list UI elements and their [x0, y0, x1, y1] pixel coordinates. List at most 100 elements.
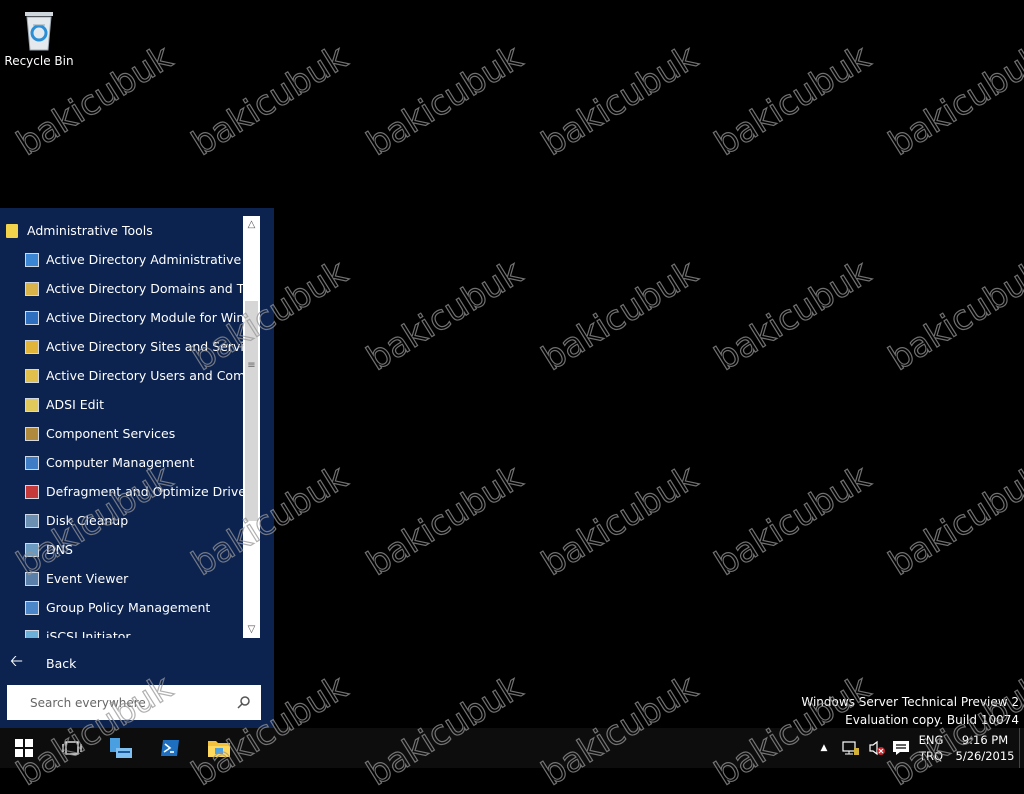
app-list-item[interactable]: Active Directory Module for Windows Powe…: [0, 303, 244, 332]
watermark-text: bakicubuk: [184, 37, 355, 165]
ad-admin-center-icon: [24, 252, 40, 268]
recycle-bin-shortcut[interactable]: Recycle Bin: [4, 8, 74, 68]
watermark-text: bakicubuk: [359, 252, 530, 380]
app-list-item-label: Active Directory Module for Windows Powe…: [46, 310, 244, 325]
app-list-item-label: DNS: [46, 542, 73, 557]
app-list-item[interactable]: Event Viewer: [0, 564, 244, 593]
watermark-text: bakicubuk: [359, 37, 530, 165]
watermark-text: bakicubuk: [707, 37, 878, 165]
app-list-item-label: ADSI Edit: [46, 397, 104, 412]
app-list-item[interactable]: Active Directory Domains and Trusts: [0, 274, 244, 303]
group-header-administrative-tools[interactable]: Administrative Tools: [0, 216, 244, 245]
watermark-text: bakicubuk: [881, 252, 1024, 380]
powershell-icon: [161, 740, 179, 756]
app-list-item[interactable]: iSCSI Initiator: [0, 622, 244, 638]
app-list-item[interactable]: Active Directory Sites and Services: [0, 332, 244, 361]
disk-cleanup-icon: [24, 513, 40, 529]
clock[interactable]: 9:16 PM 5/26/2015: [952, 732, 1018, 764]
os-version-line1: Windows Server Technical Preview 2: [801, 695, 1019, 709]
server-manager-button[interactable]: [97, 728, 145, 768]
scroll-thumb[interactable]: [245, 301, 258, 521]
watermark-text: bakicubuk: [881, 37, 1024, 165]
keyboard-layout-code: TRQ: [918, 749, 944, 763]
volume-tray-button[interactable]: [866, 728, 888, 768]
recycle-bin-icon: [19, 8, 59, 52]
app-list: Administrative Tools Active Directory Ad…: [0, 216, 244, 638]
search-box[interactable]: [7, 685, 261, 720]
chevron-up-icon: ▲: [820, 743, 828, 753]
os-version-watermark: Windows Server Technical Preview 2 Evalu…: [801, 693, 1019, 729]
app-list-item[interactable]: DNS: [0, 535, 244, 564]
app-list-item-label: Component Services: [46, 426, 176, 441]
clock-date: 5/26/2015: [955, 749, 1015, 763]
back-label: Back: [46, 655, 77, 671]
task-view-icon: [62, 741, 82, 755]
file-explorer-button[interactable]: [195, 728, 243, 768]
file-explorer-icon: [208, 741, 230, 757]
app-list-scrollbar[interactable]: △ ≡ ▽: [243, 216, 260, 638]
powershell-button[interactable]: [146, 728, 194, 768]
app-list-item[interactable]: ADSI Edit: [0, 390, 244, 419]
app-list-item[interactable]: Group Policy Management: [0, 593, 244, 622]
group-header-label: Administrative Tools: [27, 223, 153, 238]
start-button[interactable]: [0, 728, 48, 768]
taskbar: ▲ ENG TRQ 9:16 PM 5/26/2015: [0, 728, 1024, 768]
app-list-item-label: Active Directory Domains and Trusts: [46, 281, 244, 296]
watermark-text: bakicubuk: [534, 457, 705, 585]
watermark-text: bakicubuk: [534, 37, 705, 165]
ad-sites-services-icon: [24, 339, 40, 355]
app-list-item-label: Defragment and Optimize Drives: [46, 484, 244, 499]
adsi-edit-icon: [24, 397, 40, 413]
ad-domains-trusts-icon: [24, 281, 40, 297]
show-desktop-button[interactable]: [1019, 728, 1024, 768]
windows-logo-icon: [15, 739, 33, 757]
watermark-text: bakicubuk: [881, 457, 1024, 585]
input-language-indicator[interactable]: ENG TRQ: [916, 732, 946, 764]
task-view-button[interactable]: [48, 728, 96, 768]
app-list-item[interactable]: Defragment and Optimize Drives: [0, 477, 244, 506]
watermark-text: bakicubuk: [359, 457, 530, 585]
event-viewer-icon: [24, 571, 40, 587]
app-list-item-label: Active Directory Users and Computers: [46, 368, 244, 383]
ad-powershell-module-icon: [24, 310, 40, 326]
app-list-item-label: Event Viewer: [46, 571, 129, 586]
start-menu: Administrative Tools Active Directory Ad…: [0, 208, 274, 728]
server-manager-icon: [110, 738, 132, 758]
search-icon[interactable]: [237, 694, 251, 713]
component-services-icon: [24, 426, 40, 442]
back-arrow-icon: 🡠: [10, 650, 23, 670]
app-list-item[interactable]: Component Services: [0, 419, 244, 448]
folder-icon: [6, 223, 18, 238]
scroll-grip-icon: ≡: [247, 360, 256, 371]
app-list-item[interactable]: Computer Management: [0, 448, 244, 477]
network-tray-button[interactable]: [840, 728, 862, 768]
os-version-line2: Evaluation copy. Build 10074: [845, 713, 1019, 727]
recycle-bin-label: Recycle Bin: [4, 54, 74, 68]
watermark-text: bakicubuk: [534, 252, 705, 380]
app-list-item-label: iSCSI Initiator: [46, 629, 131, 638]
app-list-item-label: Disk Cleanup: [46, 513, 129, 528]
clock-time: 9:16 PM: [961, 733, 1009, 747]
app-list-item-label: Active Directory Administrative Center: [46, 252, 244, 267]
search-input[interactable]: [28, 694, 232, 711]
group-policy-icon: [24, 600, 40, 616]
app-list-item[interactable]: Disk Cleanup: [0, 506, 244, 535]
action-center-button[interactable]: [890, 728, 912, 768]
scroll-down-arrow-icon[interactable]: ▽: [243, 621, 260, 638]
defragment-icon: [24, 484, 40, 500]
app-list-item-label: Computer Management: [46, 455, 195, 470]
language-code: ENG: [918, 733, 944, 747]
back-button[interactable]: 🡠 Back: [0, 650, 76, 676]
scroll-up-arrow-icon[interactable]: △: [243, 216, 260, 233]
show-hidden-icons-button[interactable]: ▲: [816, 728, 832, 768]
app-list-item[interactable]: Active Directory Administrative Center: [0, 245, 244, 274]
app-list-item[interactable]: Active Directory Users and Computers: [0, 361, 244, 390]
notification-icon: [893, 741, 909, 755]
volume-muted-icon: [869, 740, 885, 756]
dns-icon: [24, 542, 40, 558]
iscsi-icon: [24, 629, 40, 638]
app-list-item-label: Group Policy Management: [46, 600, 211, 615]
network-icon: [842, 741, 859, 755]
ad-users-computers-icon: [24, 368, 40, 384]
watermark-text: bakicubuk: [707, 457, 878, 585]
